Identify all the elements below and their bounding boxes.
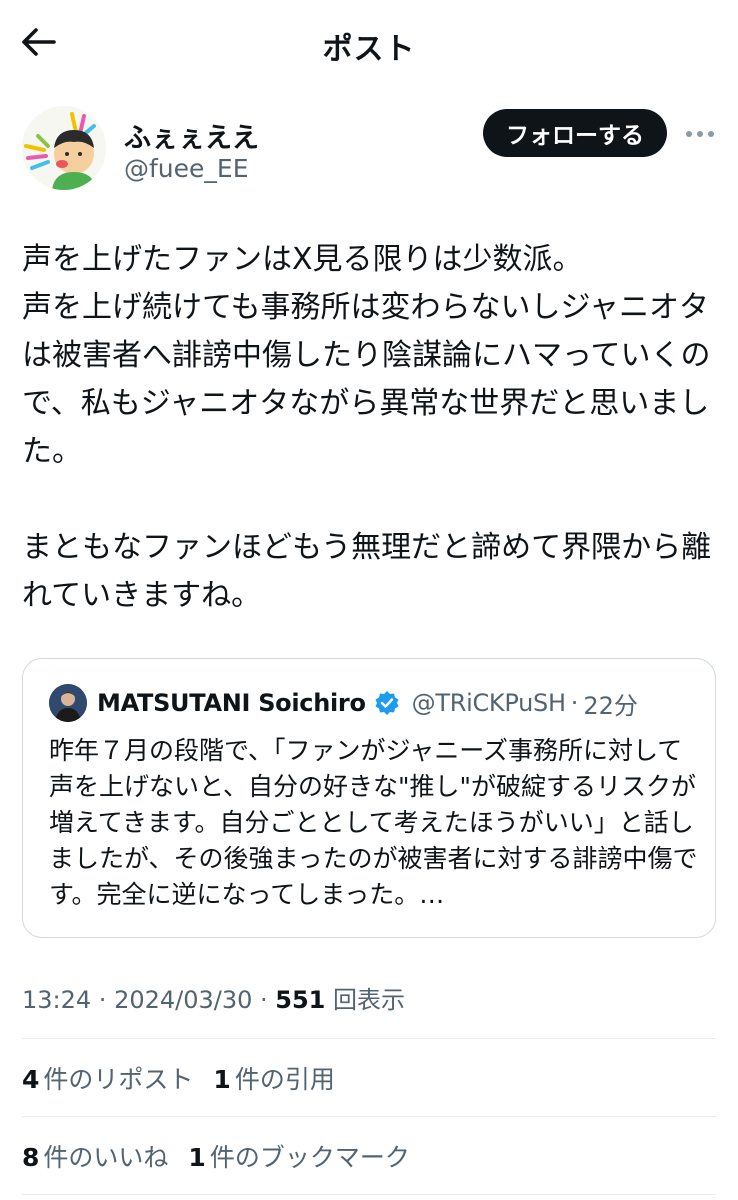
quotes-count-link[interactable]: 1 件の引用 bbox=[213, 1060, 334, 1096]
separator-dot: · bbox=[252, 986, 276, 1014]
view-count-label: 回表示 bbox=[333, 986, 406, 1014]
post-author: ふぇぇええ @fuee_EE フォローする bbox=[22, 106, 722, 190]
reposts-count-link[interactable]: 4 件のリポスト bbox=[22, 1060, 193, 1096]
post-date: 2024/03/30 bbox=[114, 986, 253, 1014]
stats-row-reposts: 4 件のリポスト 1 件の引用 bbox=[22, 1058, 355, 1098]
quoted-avatar bbox=[49, 684, 87, 722]
post-paragraph: まともなファンほどもう無理だと諦めて界隈から離れていきますね。 bbox=[22, 530, 712, 613]
quoted-post-time: 22分 bbox=[583, 691, 638, 720]
divider bbox=[22, 1194, 716, 1195]
bookmarks-count-link[interactable]: 1 件のブックマーク bbox=[188, 1138, 409, 1174]
quoted-post-text: 昨年７月の段階で、「ファンがジャニーズ事務所に対して声を上げないと、自分の好きな… bbox=[49, 736, 698, 909]
view-count: 551 bbox=[275, 986, 326, 1014]
separator-dot: · bbox=[91, 986, 115, 1014]
quoted-post-header: MATSUTANI Soichiro @TRiCKPuSH · 22分 bbox=[49, 683, 709, 723]
author-handle[interactable]: @fuee_EE bbox=[124, 154, 249, 183]
post-paragraph: 声を上げたファンはX見る限りは少数派。 声を上げ続けても事務所は変わらないしジャ… bbox=[22, 242, 711, 469]
post-time: 13:24 bbox=[22, 986, 92, 1014]
likes-count-link[interactable]: 8 件のいいね bbox=[22, 1138, 168, 1174]
post-meta: 13:24 · 2024/03/30 · 551 回表示 bbox=[22, 980, 405, 1015]
divider bbox=[22, 1038, 716, 1039]
quoted-author-name: MATSUTANI Soichiro bbox=[97, 689, 366, 717]
verified-badge-icon bbox=[375, 691, 399, 715]
follow-button[interactable]: フォローする bbox=[483, 109, 667, 157]
avatar[interactable] bbox=[22, 106, 106, 190]
quoted-author-handle: @TRiCKPuSH bbox=[411, 689, 566, 717]
post-text: 声を上げたファンはX見る限りは少数派。 声を上げ続けても事務所は変わらないしジャ… bbox=[22, 236, 722, 620]
more-horizontal-icon bbox=[686, 131, 714, 137]
quoted-post[interactable]: MATSUTANI Soichiro @TRiCKPuSH · 22分 昨年７月… bbox=[22, 658, 716, 938]
divider bbox=[22, 1116, 716, 1117]
top-bar: ポスト bbox=[0, 0, 738, 84]
page-title: ポスト bbox=[322, 32, 416, 67]
stats-row-likes: 8 件のいいね 1 件のブックマーク bbox=[22, 1136, 430, 1176]
separator-dot: · bbox=[570, 689, 579, 717]
author-name[interactable]: ふぇぇええ bbox=[124, 116, 259, 155]
more-button[interactable] bbox=[682, 116, 718, 152]
avatar-illustration bbox=[22, 106, 106, 190]
